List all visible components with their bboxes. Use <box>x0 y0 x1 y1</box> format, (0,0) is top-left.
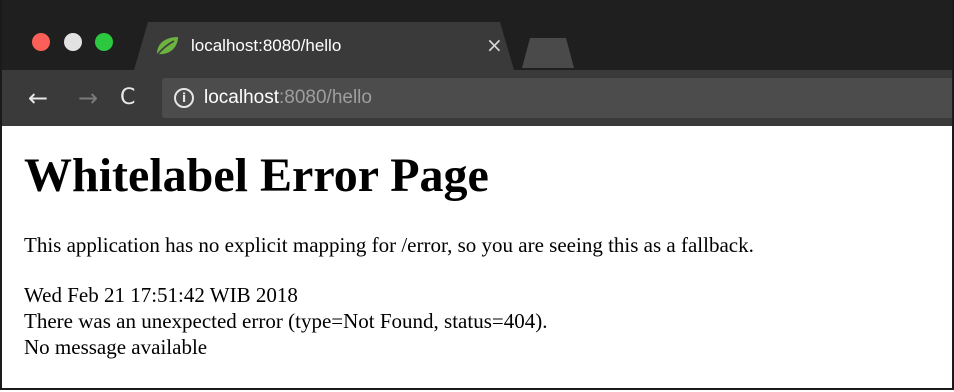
page-content: Whitelabel Error Page This application h… <box>2 126 952 360</box>
tab-active[interactable]: localhost:8080/hello × <box>134 22 514 70</box>
fallback-message: This application has no explicit mapping… <box>24 233 754 257</box>
minimize-window-button[interactable] <box>64 33 82 51</box>
new-tab-button[interactable] <box>522 38 574 68</box>
forward-arrow-icon[interactable]: → <box>78 83 98 113</box>
error-detail: There was an unexpected error (type=Not … <box>24 309 548 333</box>
tab-strip: localhost:8080/hello × <box>2 0 952 70</box>
close-tab-icon[interactable]: × <box>486 33 503 57</box>
close-window-button[interactable] <box>32 33 50 51</box>
maximize-window-button[interactable] <box>95 33 113 51</box>
url-host: localhost <box>204 87 279 108</box>
spring-leaf-icon <box>154 35 180 57</box>
url-path: :8080/hello <box>279 87 372 108</box>
error-timestamp: Wed Feb 21 17:51:42 WIB 2018 <box>24 283 298 307</box>
reload-icon[interactable]: C <box>120 83 135 113</box>
page-title: Whitelabel Error Page <box>24 149 489 202</box>
browser-window: localhost:8080/hello × ← → C i localhost… <box>0 0 954 390</box>
info-icon[interactable]: i <box>174 88 194 108</box>
address-bar[interactable]: i localhost:8080/hello <box>162 78 952 118</box>
back-arrow-icon[interactable]: ← <box>28 83 48 113</box>
url-text[interactable]: localhost:8080/hello <box>204 87 372 109</box>
status-message: No message available <box>24 335 208 359</box>
browser-toolbar: ← → C i localhost:8080/hello <box>2 70 952 126</box>
tab-title: localhost:8080/hello <box>191 36 342 55</box>
